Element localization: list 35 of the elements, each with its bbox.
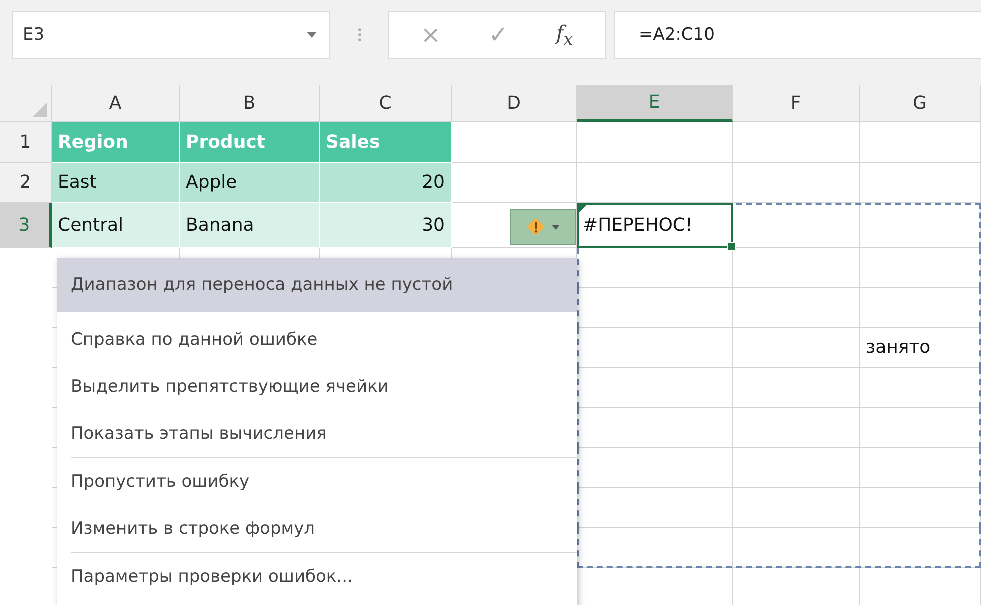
table-cell: Apple — [180, 163, 320, 203]
menu-item[interactable]: Пропустить ошибку — [57, 458, 577, 505]
table-cell: Banana — [180, 203, 320, 248]
menu-item[interactable]: Справка по данной ошибке — [57, 316, 577, 363]
caret-icon[interactable] — [307, 32, 317, 38]
table-cell: Product — [180, 122, 320, 163]
table-cell: Sales — [320, 122, 452, 163]
column-header[interactable]: F — [733, 85, 860, 122]
menu-item[interactable]: Показать этапы вычисления — [57, 410, 577, 457]
table-cell: Region — [52, 122, 180, 163]
column-header[interactable]: D — [452, 85, 577, 122]
grip-icon — [358, 26, 362, 42]
menu-item[interactable]: Выделить препятствующие ячейки — [57, 363, 577, 410]
row-header[interactable]: 2 — [0, 163, 52, 203]
column-header[interactable]: E — [577, 85, 733, 122]
formula-field[interactable]: =A2:C10 — [614, 10, 981, 58]
name-box[interactable]: E3 — [12, 10, 330, 58]
column-header[interactable]: A — [52, 85, 180, 122]
table-cell: East — [52, 163, 180, 203]
row-header[interactable]: 1 — [0, 122, 52, 163]
table-cell: Central — [52, 203, 180, 248]
table-cell: 20 — [320, 163, 452, 203]
column-header[interactable]: G — [860, 85, 981, 122]
row-header[interactable]: 3 — [0, 203, 52, 248]
column-header[interactable]: C — [320, 85, 452, 122]
menu-item[interactable]: Параметры проверки ошибок... — [57, 553, 577, 600]
caret-icon[interactable] — [552, 224, 560, 230]
menu-title: Диапазон для переноса данных не пустой — [57, 258, 577, 312]
table-cell: 30 — [320, 203, 452, 248]
fill-handle[interactable] — [727, 242, 736, 251]
selected-cell[interactable]: #ПЕРЕНОС! — [577, 203, 733, 248]
menu-item[interactable]: Изменить в строке формул — [57, 505, 577, 552]
warning-icon — [526, 217, 546, 237]
column-header[interactable]: B — [180, 85, 320, 122]
insert-function-button[interactable]: f$_{x}$ — [550, 20, 580, 48]
